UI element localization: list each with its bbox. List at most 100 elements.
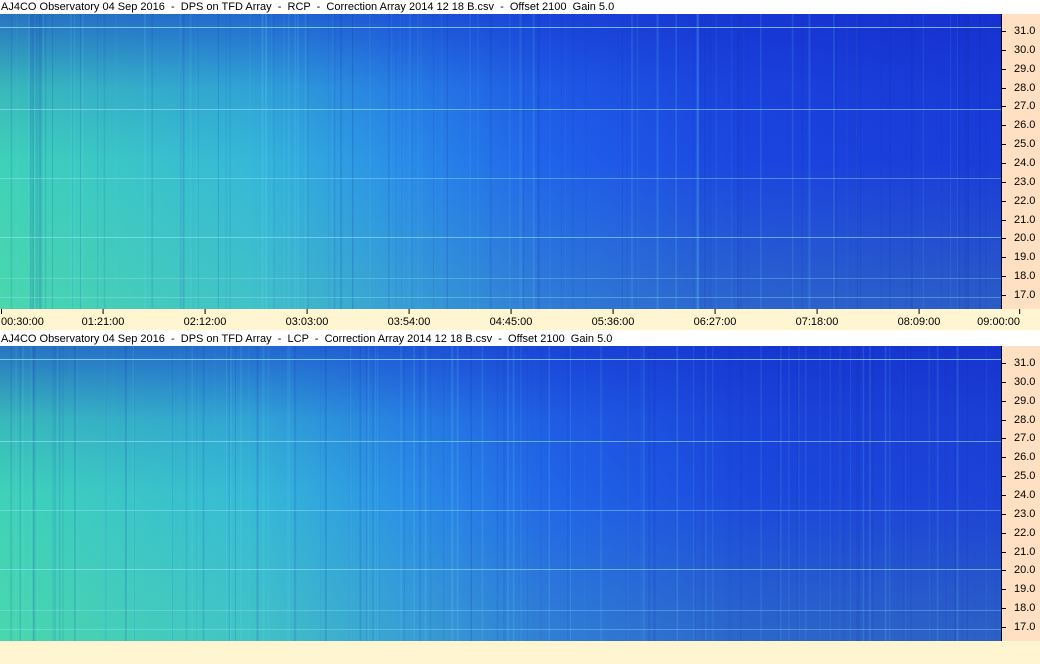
tick-mark bbox=[1, 309, 2, 314]
tick-mark bbox=[1002, 68, 1006, 70]
spectrogram-image bbox=[0, 346, 1001, 641]
tick-mark bbox=[1002, 381, 1006, 383]
spectrogram-panel-rcp: AJ4CO Observatory 04 Sep 2016 - DPS on T… bbox=[0, 0, 1040, 330]
tick-mark bbox=[1002, 419, 1006, 421]
tick-mark bbox=[306, 309, 308, 314]
frequency-label: 27.0 bbox=[1014, 432, 1036, 445]
spectrogram-texture bbox=[0, 14, 1001, 309]
time-tick: 09:00:00 bbox=[977, 309, 1020, 328]
frequency-label: 23.0 bbox=[1014, 507, 1036, 520]
frequency-label: 22.0 bbox=[1014, 526, 1036, 539]
frequency-label: 21.0 bbox=[1014, 545, 1036, 558]
tick-mark bbox=[1002, 513, 1006, 515]
frequency-label: 18.0 bbox=[1014, 270, 1036, 283]
time-tick: 06:27:00 bbox=[693, 309, 737, 328]
panel-title: AJ4CO Observatory 04 Sep 2016 - DPS on T… bbox=[0, 332, 1040, 346]
time-label: 06:27:00 bbox=[693, 316, 737, 328]
tick-mark bbox=[1002, 608, 1006, 610]
tick-mark bbox=[1002, 200, 1006, 202]
spectrogram-texture bbox=[0, 346, 1001, 641]
tick-mark bbox=[1002, 162, 1006, 164]
frequency-label: 17.0 bbox=[1014, 620, 1036, 633]
time-tick: 04:45:00 bbox=[489, 309, 533, 328]
tick-mark bbox=[1002, 476, 1006, 478]
frequency-label: 26.0 bbox=[1014, 451, 1036, 464]
tick-mark bbox=[1002, 125, 1006, 127]
time-label: 09:00:00 bbox=[977, 316, 1020, 328]
frequency-label: 23.0 bbox=[1014, 175, 1036, 188]
time-tick: 05:36:00 bbox=[591, 309, 635, 328]
time-tick: 01:21:00 bbox=[81, 309, 125, 328]
tick-mark bbox=[1002, 49, 1006, 51]
tick-mark bbox=[1019, 309, 1020, 314]
time-label: 03:54:00 bbox=[387, 316, 431, 328]
frequency-axis: 31.0 30.0 29.0 28.0 27.0 26.0 25.0 24.0 23.0 22.0… bbox=[1001, 14, 1040, 309]
tick-mark bbox=[1002, 106, 1006, 108]
tick-mark bbox=[1002, 144, 1006, 146]
frequency-label: 20.0 bbox=[1014, 232, 1036, 245]
frequency-label: 19.0 bbox=[1014, 583, 1036, 596]
frequency-label: 29.0 bbox=[1014, 394, 1036, 407]
panel-title: AJ4CO Observatory 04 Sep 2016 - DPS on T… bbox=[0, 0, 1040, 14]
time-label: 08:09:00 bbox=[897, 316, 941, 328]
tick-mark bbox=[204, 309, 206, 314]
time-label: 02:12:00 bbox=[183, 316, 227, 328]
tick-mark bbox=[1002, 551, 1006, 553]
tick-mark bbox=[1002, 570, 1006, 572]
tick-mark bbox=[1002, 589, 1006, 591]
tick-mark bbox=[918, 309, 920, 314]
time-tick: 03:03:00 bbox=[285, 309, 329, 328]
time-tick: 03:54:00 bbox=[387, 309, 431, 328]
time-label: 03:03:00 bbox=[285, 316, 329, 328]
frequency-label: 31.0 bbox=[1014, 25, 1036, 37]
time-tick: 00:30:00 bbox=[1, 309, 44, 328]
tick-mark bbox=[612, 309, 614, 314]
tick-mark bbox=[1002, 87, 1006, 89]
tick-mark bbox=[1002, 294, 1006, 296]
tick-mark bbox=[102, 309, 104, 314]
tick-mark bbox=[1002, 532, 1006, 534]
frequency-label: 22.0 bbox=[1014, 194, 1036, 207]
frequency-label: 28.0 bbox=[1014, 81, 1036, 94]
frequency-label: 30.0 bbox=[1014, 375, 1036, 388]
tick-mark bbox=[408, 309, 410, 314]
time-tick: 08:09:00 bbox=[897, 309, 941, 328]
frequency-label: 31.0 bbox=[1014, 357, 1036, 369]
spectrogram-image bbox=[0, 14, 1001, 309]
frequency-label: 28.0 bbox=[1014, 413, 1036, 426]
frequency-label: 26.0 bbox=[1014, 119, 1036, 132]
frequency-label: 30.0 bbox=[1014, 43, 1036, 56]
time-tick: 02:12:00 bbox=[183, 309, 227, 328]
frequency-label: 17.0 bbox=[1014, 288, 1036, 301]
time-label: 07:18:00 bbox=[795, 316, 839, 328]
tick-mark bbox=[714, 309, 716, 314]
tick-mark bbox=[1002, 276, 1006, 278]
time-label: 05:36:00 bbox=[591, 316, 635, 328]
frequency-label: 19.0 bbox=[1014, 251, 1036, 264]
frequency-label: 24.0 bbox=[1014, 156, 1036, 169]
frequency-label: 21.0 bbox=[1014, 213, 1036, 226]
frequency-label: 25.0 bbox=[1014, 470, 1036, 483]
tick-mark bbox=[1002, 181, 1006, 183]
frequency-axis: 31.0 30.0 29.0 28.0 27.0 26.0 25.0 24.0 23.0 22.0… bbox=[1001, 346, 1040, 641]
time-label: 01:21:00 bbox=[81, 316, 125, 328]
tick-mark bbox=[1002, 219, 1006, 221]
frequency-label: 29.0 bbox=[1014, 62, 1036, 75]
bottom-time-strip bbox=[0, 641, 1040, 664]
time-label: 00:30:00 bbox=[1, 316, 44, 328]
tick-mark bbox=[510, 309, 512, 314]
tick-mark bbox=[1002, 363, 1006, 364]
tick-mark bbox=[1002, 626, 1006, 628]
frequency-label: 18.0 bbox=[1014, 602, 1036, 615]
time-axis: 00:30:00 01:21:00 02:12:00 03:03:00 03:54:00… bbox=[0, 309, 1040, 330]
spectrogram-panel-lcp: AJ4CO Observatory 04 Sep 2016 - DPS on T… bbox=[0, 332, 1040, 641]
tick-mark bbox=[1002, 238, 1006, 240]
time-label: 04:45:00 bbox=[489, 316, 533, 328]
tick-mark bbox=[1002, 438, 1006, 440]
frequency-label: 25.0 bbox=[1014, 138, 1036, 151]
tick-mark bbox=[1002, 257, 1006, 259]
tick-mark bbox=[1002, 31, 1006, 32]
time-tick: 07:18:00 bbox=[795, 309, 839, 328]
tick-mark bbox=[1002, 494, 1006, 496]
tick-mark bbox=[1002, 400, 1006, 402]
